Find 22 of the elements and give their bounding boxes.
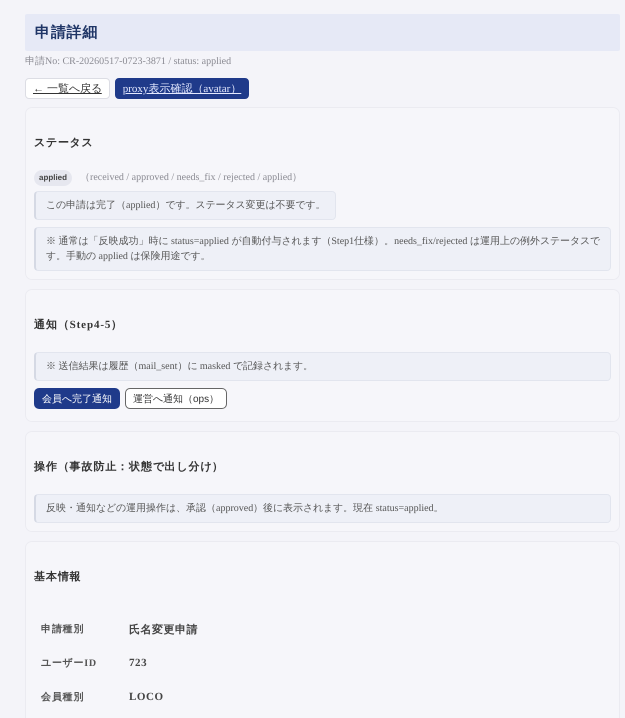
request-meta-text: 申請No: CR-20260517-0723-3871 / status: applied xyxy=(25,56,232,68)
info-note: ※ 送信結果は履歴（mail_sent）に masked で記録されます。 xyxy=(34,352,611,381)
field-value: LOCO xyxy=(129,691,164,703)
status-options-text: （received / approved / needs_fix / rejected / applied） xyxy=(80,172,302,184)
link-button[interactable]: proxy表示確認（avatar） xyxy=(114,78,250,99)
section-title: ステータス xyxy=(34,136,94,150)
field-value: 723 xyxy=(129,657,148,669)
field-label: 会員種別 xyxy=(41,690,86,704)
page-title: 申請詳細 xyxy=(35,23,98,42)
field-label: ユーザーID xyxy=(41,656,98,670)
status-message: この申請は完了（applied）です。ステータス変更は不要です。 xyxy=(34,191,336,220)
section-title: 操作（事故防止：状態で出し分け） xyxy=(34,460,224,474)
field-value: 氏名変更申請 xyxy=(129,622,198,636)
info-note: 反映・通知などの運用操作は、承認（approved）後に表示されます。現在 status=applied。 xyxy=(34,494,611,523)
field-label: 申請種別 xyxy=(41,622,86,636)
info-note: ※ 通常は「反映成功」時に status=applied が自動付与されます（Step1仕様）。needs_fix/rejected は運用上の例外ステータスです。手動の applied は保険用途です。 xyxy=(34,227,611,271)
status-badge: applied xyxy=(34,170,72,186)
action-button[interactable]: 運営へ通知（ops） xyxy=(125,388,228,409)
section-title: 基本情報 xyxy=(34,570,82,584)
action-button[interactable]: 会員へ完了通知 xyxy=(34,388,120,409)
section-title: 通知（Step4-5） xyxy=(34,318,124,332)
link-button[interactable]: ← 一覧へ戻る xyxy=(25,78,110,99)
